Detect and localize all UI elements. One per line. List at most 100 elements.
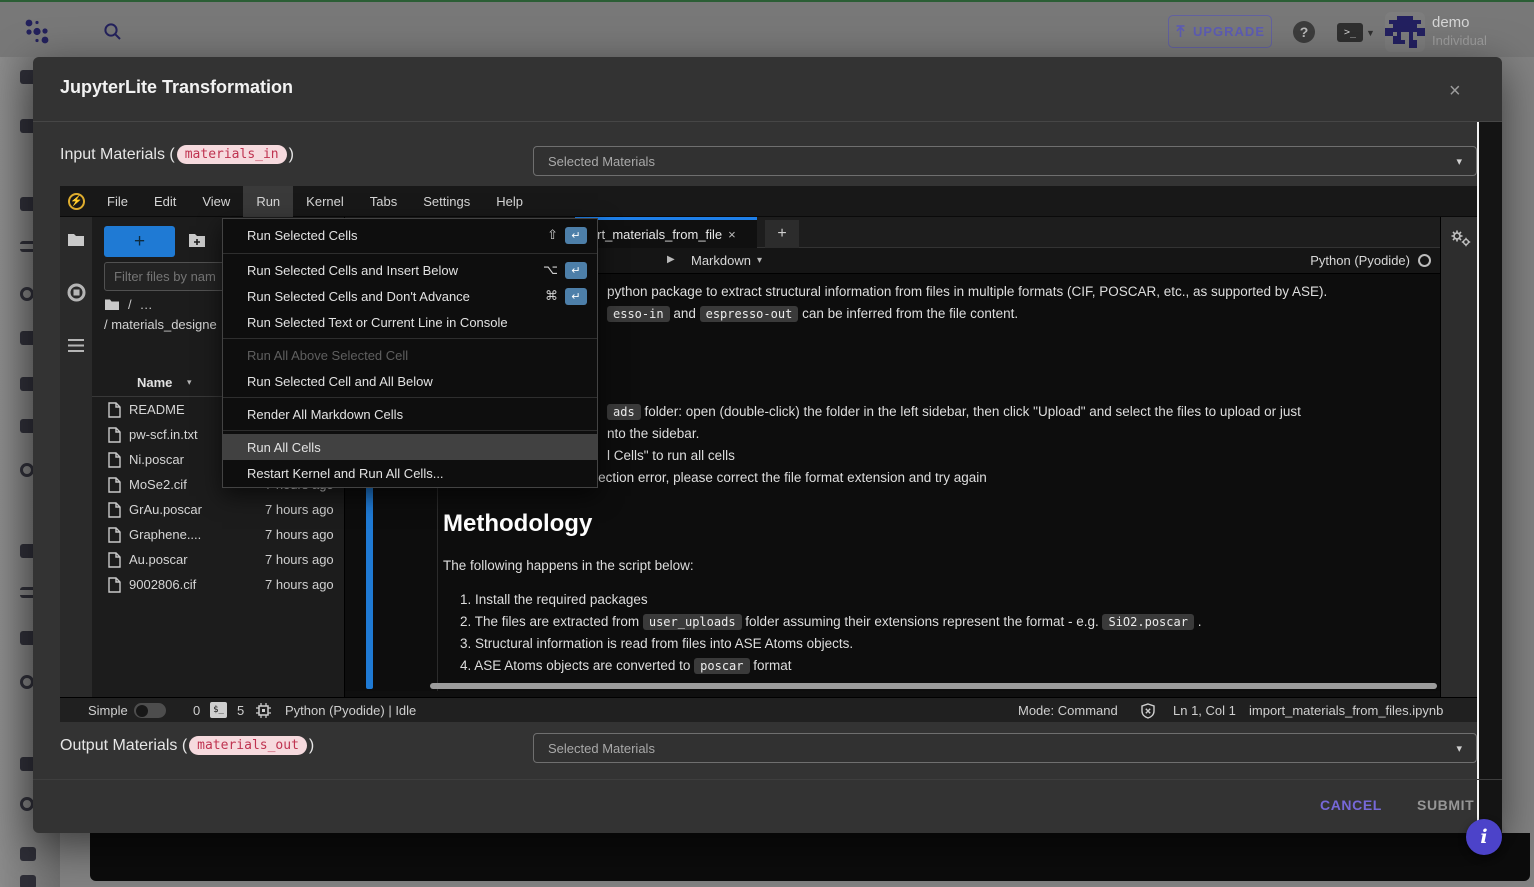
sidebar-icon[interactable] — [20, 875, 36, 887]
run-cell-icon[interactable]: ▶ — [667, 254, 675, 265]
cancel-button[interactable]: CANCEL — [1320, 797, 1382, 813]
file-row[interactable]: Graphene....7 hours ago — [92, 522, 345, 547]
menubar-item-file[interactable]: File — [94, 186, 141, 217]
sidebar-icon[interactable] — [20, 675, 34, 689]
submit-button[interactable]: SUBMIT — [1417, 797, 1474, 813]
run-menu-item[interactable]: Run All Cells — [223, 434, 597, 460]
markdown-text: 3. Structural information is read from f… — [460, 636, 853, 651]
breadcrumb-ellipsis[interactable]: … — [140, 297, 153, 312]
header-divider — [33, 121, 1502, 122]
new-tab-button[interactable]: + — [765, 220, 799, 248]
input-materials-select[interactable]: Selected Materials ▾ — [533, 146, 1477, 176]
menubar-item-tabs[interactable]: Tabs — [357, 186, 410, 217]
file-row[interactable]: Au.poscar7 hours ago — [92, 547, 345, 572]
jupyter-sidebar-tabs — [60, 217, 92, 697]
cell-type-select[interactable]: Markdown — [691, 253, 751, 268]
run-menu-item[interactable]: Run Selected Cells and Don't Advance ⌘↵ — [223, 283, 597, 309]
markdown-line: 4. ASE Atoms objects are converted to po… — [460, 655, 1433, 677]
kernel-status-text[interactable]: Python (Pyodide) | Idle — [285, 703, 416, 718]
shortcut-keys: ⇧↵ — [547, 227, 587, 244]
output-select-value: Selected Materials — [548, 741, 655, 756]
menubar-item-help[interactable]: Help — [483, 186, 536, 217]
user-avatar[interactable] — [1385, 12, 1425, 52]
run-menu-item[interactable]: Run All Above Selected Cell — [223, 342, 597, 368]
file-icon — [108, 502, 121, 518]
new-launcher-button[interactable]: + — [104, 226, 175, 257]
markdown-text: can be inferred from the file content. — [798, 306, 1018, 321]
menubar-item-edit[interactable]: Edit — [141, 186, 189, 217]
close-dialog-icon[interactable]: × — [1449, 81, 1461, 101]
terminals-count: 0 — [193, 703, 200, 718]
run-menu-item-label: Run Selected Cells and Don't Advance — [247, 289, 470, 304]
trust-shield-icon[interactable] — [1140, 703, 1156, 719]
menubar-item-run[interactable]: Run — [243, 186, 293, 217]
markdown-line: 3. In case of format detection error, pl… — [460, 467, 1433, 489]
run-menu-item[interactable]: Restart Kernel and Run All Cells... — [223, 460, 597, 486]
property-inspector-icon[interactable] — [1450, 229, 1472, 249]
run-menu-item[interactable]: Run Selected Cell and All Below — [223, 368, 597, 394]
search-icon[interactable] — [103, 22, 122, 41]
app-logo-icon[interactable] — [24, 18, 50, 45]
menubar-item-settings[interactable]: Settings — [410, 186, 483, 217]
editor-mode: Mode: Command — [1018, 703, 1118, 718]
modal-scrollbar-track[interactable] — [1479, 122, 1502, 836]
tab-close-icon[interactable]: × — [728, 227, 736, 242]
run-menu-item-label: Run Selected Text or Current Line in Con… — [247, 315, 508, 330]
file-row[interactable]: GrAu.poscar7 hours ago — [92, 497, 345, 522]
new-folder-icon[interactable] — [188, 232, 206, 248]
select-caret-icon: ▾ — [1456, 155, 1462, 168]
file-icon — [108, 552, 121, 568]
cursor-position[interactable]: Ln 1, Col 1 — [1173, 703, 1236, 718]
menubar-item-kernel[interactable]: Kernel — [293, 186, 357, 217]
shortcut-keys: ⌘↵ — [545, 288, 587, 305]
input-label-close-paren: ) — [289, 146, 294, 164]
running-kernels-icon[interactable] — [67, 283, 86, 302]
notebook-tab[interactable]: import_materials_from_file × — [575, 217, 757, 248]
input-select-value: Selected Materials — [548, 154, 655, 169]
file-row[interactable]: 9002806.cif7 hours ago — [92, 572, 345, 597]
selected-cell-indicator[interactable] — [366, 477, 373, 689]
breadcrumb[interactable]: / … — [104, 297, 153, 312]
notebook-filename: import_materials_from_files.ipynb — [1249, 703, 1443, 718]
enter-key-icon: ↵ — [565, 227, 587, 244]
file-icon — [108, 402, 121, 418]
page-content-backdrop — [90, 833, 1530, 881]
enter-key-icon: ↵ — [565, 262, 587, 279]
simple-mode-toggle[interactable] — [134, 703, 166, 718]
run-menu-item[interactable]: Run Selected Cells⇧↵ — [223, 220, 597, 250]
modal-scrollbar-thumb[interactable] — [1477, 122, 1479, 836]
sidebar-icon[interactable] — [20, 463, 34, 477]
info-fab-button[interactable]: i — [1466, 819, 1502, 855]
console-menu-button[interactable]: >_ — [1337, 23, 1363, 42]
sidebar-icon[interactable] — [20, 287, 34, 301]
sidebar-icon[interactable] — [20, 847, 36, 861]
run-menu-item[interactable]: Run Selected Text or Current Line in Con… — [223, 309, 597, 335]
output-label-close-paren: ) — [309, 737, 314, 755]
select-caret-icon: ▾ — [1456, 742, 1462, 755]
sidebar-icon[interactable] — [20, 797, 34, 811]
file-browser-icon[interactable] — [67, 232, 85, 247]
run-menu-item[interactable]: Run Selected Cells and Insert Below⌥↵ — [223, 257, 597, 283]
upgrade-button[interactable]: UPGRADE — [1168, 15, 1272, 48]
run-menu-item[interactable]: Render All Markdown Cells — [223, 401, 597, 427]
horizontal-scrollbar[interactable] — [430, 683, 1437, 689]
screen: UPGRADE ? >_ ▼ demo Individual JupyterLi… — [0, 0, 1534, 887]
menu-divider — [223, 430, 597, 431]
user-plan: Individual — [1432, 33, 1487, 48]
file-icon — [108, 527, 121, 543]
menubar-items: FileEditViewRunKernelTabsSettingsHelp — [94, 186, 536, 217]
markdown-text: python package to extract structural inf… — [607, 284, 1327, 299]
file-name: Au.poscar — [129, 552, 188, 567]
markdown-line: 2. The files are extracted from user_upl… — [460, 611, 1433, 633]
name-column-header[interactable]: Name — [137, 375, 172, 390]
markdown-line: 1. Install the required packages — [460, 589, 1433, 611]
output-materials-select[interactable]: Selected Materials ▾ — [533, 733, 1477, 763]
menubar-item-view[interactable]: View — [189, 186, 243, 217]
breadcrumb-root[interactable]: / — [128, 297, 132, 312]
markdown-line: 3. Structural information is read from f… — [460, 633, 1433, 655]
inline-code: user_uploads — [643, 614, 742, 630]
toggle-knob — [136, 705, 148, 717]
help-button[interactable]: ? — [1293, 21, 1315, 43]
table-of-contents-icon[interactable] — [67, 338, 85, 353]
kernel-name[interactable]: Python (Pyodide) — [1310, 253, 1410, 268]
